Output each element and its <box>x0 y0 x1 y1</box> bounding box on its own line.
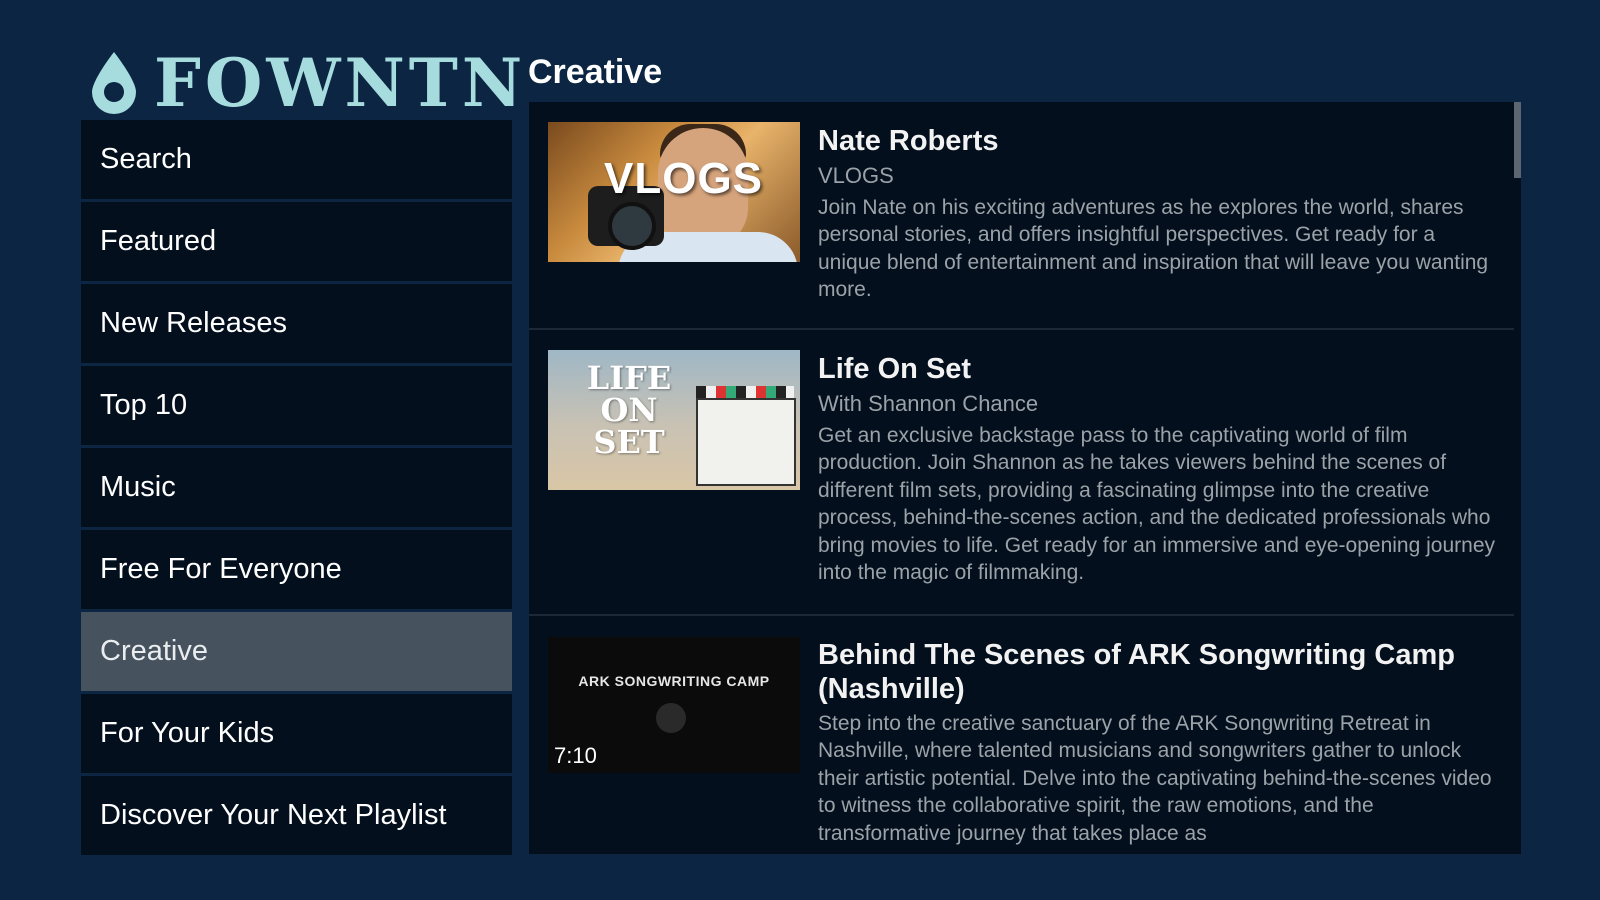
page-title: Creative <box>528 53 663 91</box>
thumbnail-text: ARK SONGWRITING CAMP <box>578 673 770 689</box>
sidebar-item-for-your-kids[interactable]: For Your Kids <box>81 694 512 773</box>
sidebar-item-search[interactable]: Search <box>81 120 512 199</box>
sidebar-item-label: Creative <box>100 635 208 667</box>
water-drop-icon <box>88 50 140 116</box>
sidebar-item-label: For Your Kids <box>100 717 275 749</box>
content-list[interactable]: VLOGS Nate Roberts VLOGS Join Nate on hi… <box>529 102 1521 854</box>
item-info: Behind The Scenes of ARK Songwriting Cam… <box>818 638 1500 847</box>
item-subtitle: VLOGS <box>818 163 894 188</box>
sidebar-item-label: Free For Everyone <box>100 553 342 585</box>
microphone-icon <box>656 703 686 733</box>
sidebar-item-label: New Releases <box>100 307 287 339</box>
sidebar-item-featured[interactable]: Featured <box>81 202 512 281</box>
list-item[interactable]: ARK SONGWRITING CAMP 7:10 Behind The Sce… <box>529 616 1514 854</box>
sidebar-item-music[interactable]: Music <box>81 448 512 527</box>
thumbnail-text: LIFE ON SET <box>586 359 672 461</box>
sidebar-item-new-releases[interactable]: New Releases <box>81 284 512 363</box>
item-description: Join Nate on his exciting adventures as … <box>818 196 1489 302</box>
sidebar-item-creative[interactable]: Creative <box>81 612 512 691</box>
list-item[interactable]: VLOGS Nate Roberts VLOGS Join Nate on hi… <box>529 102 1514 330</box>
item-info: Nate Roberts VLOGS Join Nate on his exci… <box>818 124 1500 304</box>
item-subtitle: With Shannon Chance <box>818 391 1039 416</box>
item-description: Get an exclusive backstage pass to the c… <box>818 424 1496 585</box>
video-thumbnail[interactable]: LIFE ON SET <box>548 350 800 490</box>
item-title: Nate Roberts <box>818 125 999 157</box>
video-thumbnail[interactable]: ARK SONGWRITING CAMP 7:10 <box>548 637 800 773</box>
item-info: Life On Set With Shannon Chance Get an e… <box>818 352 1500 586</box>
scrollbar-thumb[interactable] <box>1514 102 1521 178</box>
item-title: Behind The Scenes of ARK Songwriting Cam… <box>818 639 1455 705</box>
sidebar-item-discover-your-next-playlist[interactable]: Discover Your Next Playlist <box>81 776 512 855</box>
sidebar-item-free-for-everyone[interactable]: Free For Everyone <box>81 530 512 609</box>
video-thumbnail[interactable]: VLOGS <box>548 122 800 262</box>
brand-logo: FOWNTN <box>88 50 526 116</box>
brand-logo-text: FOWNTN <box>154 44 527 122</box>
sidebar-item-label: Discover Your Next Playlist <box>100 799 447 831</box>
sidebar-nav: Search Featured New Releases Top 10 Musi… <box>81 120 512 855</box>
video-duration: 7:10 <box>554 743 597 768</box>
item-description: Step into the creative sanctuary of the … <box>818 712 1492 845</box>
sidebar-item-label: Featured <box>100 225 217 257</box>
item-title: Life On Set <box>818 353 972 385</box>
sidebar-item-label: Top 10 <box>100 389 188 421</box>
thumbnail-text: VLOGS <box>604 154 764 203</box>
sidebar-item-label: Search <box>100 143 192 175</box>
sidebar-item-label: Music <box>100 471 176 503</box>
sidebar-item-top-10[interactable]: Top 10 <box>81 366 512 445</box>
app-root: FOWNTN Creative Search Featured New Rele… <box>0 0 1600 900</box>
list-item[interactable]: LIFE ON SET Life On Set With Shannon Cha… <box>529 330 1514 616</box>
